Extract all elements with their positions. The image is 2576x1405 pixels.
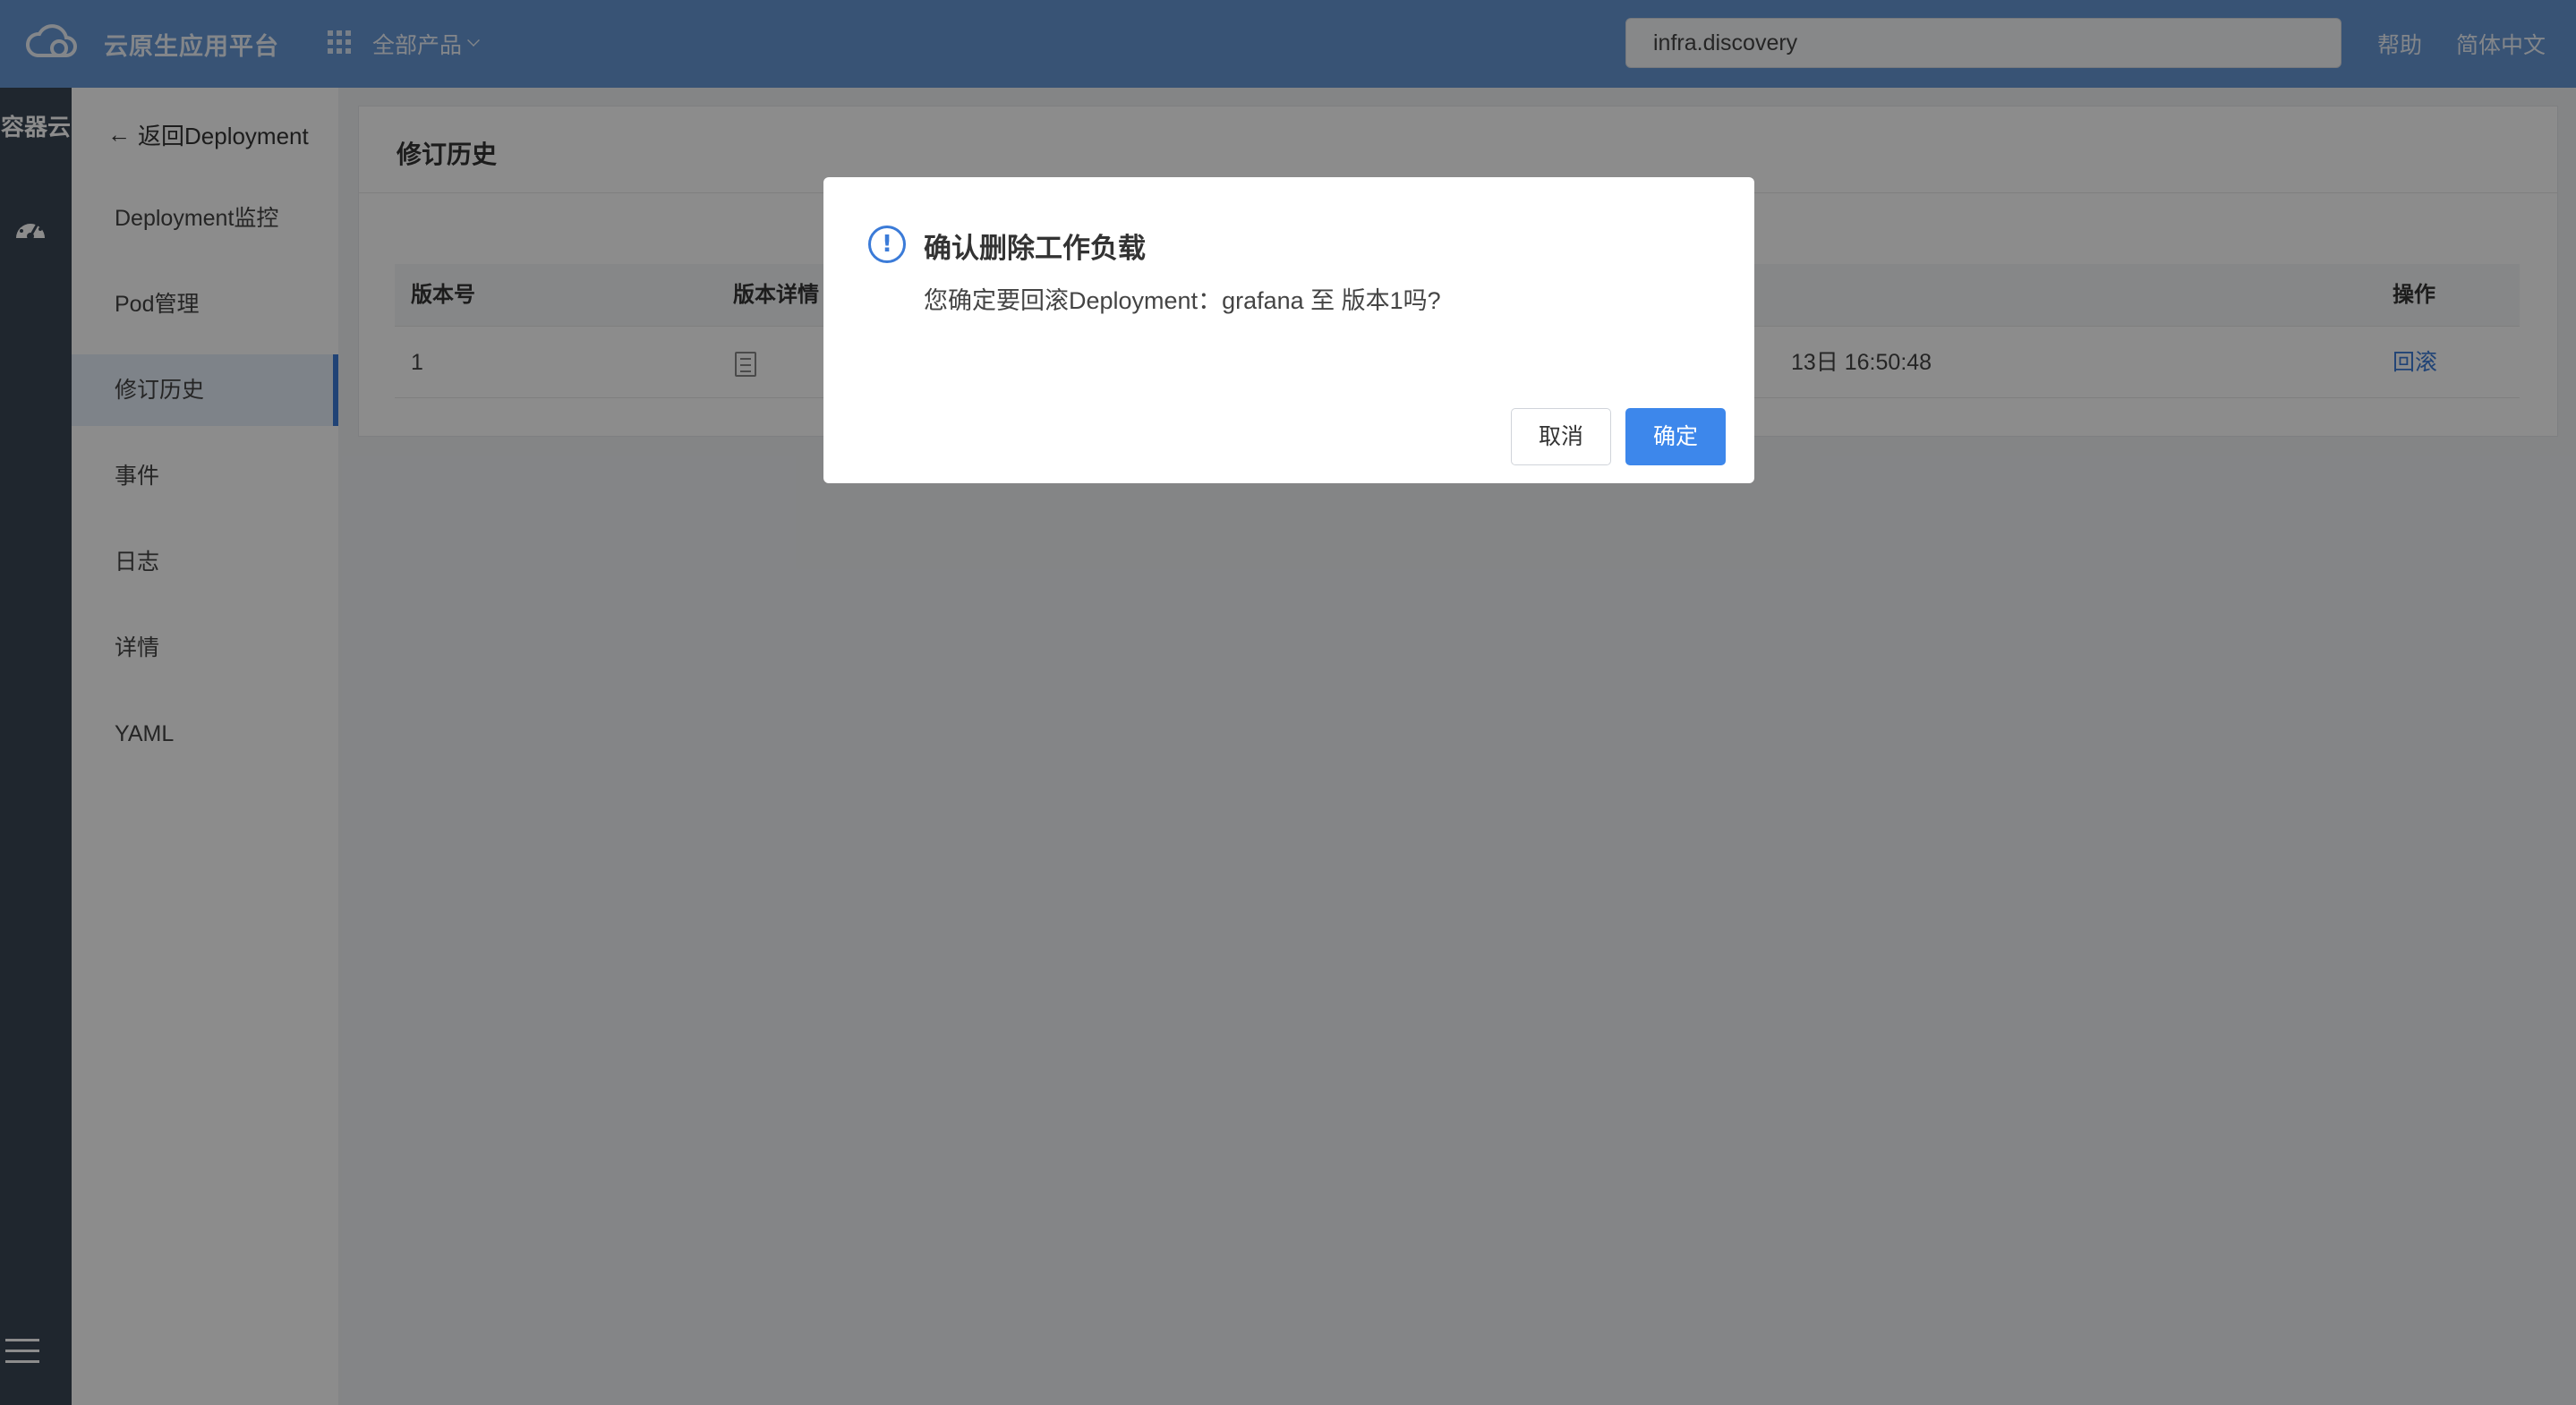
exclamation-circle-icon: ! <box>868 226 906 263</box>
confirm-dialog: ! 确认删除工作负载 您确定要回滚Deployment：grafana 至 版本… <box>823 177 1754 483</box>
dialog-message: 您确定要回滚Deployment：grafana 至 版本1吗? <box>924 287 1441 314</box>
dialog-title: 确认删除工作负载 <box>924 233 1146 264</box>
confirm-button[interactable]: 确定 <box>1625 408 1726 465</box>
cancel-button[interactable]: 取消 <box>1511 408 1611 465</box>
